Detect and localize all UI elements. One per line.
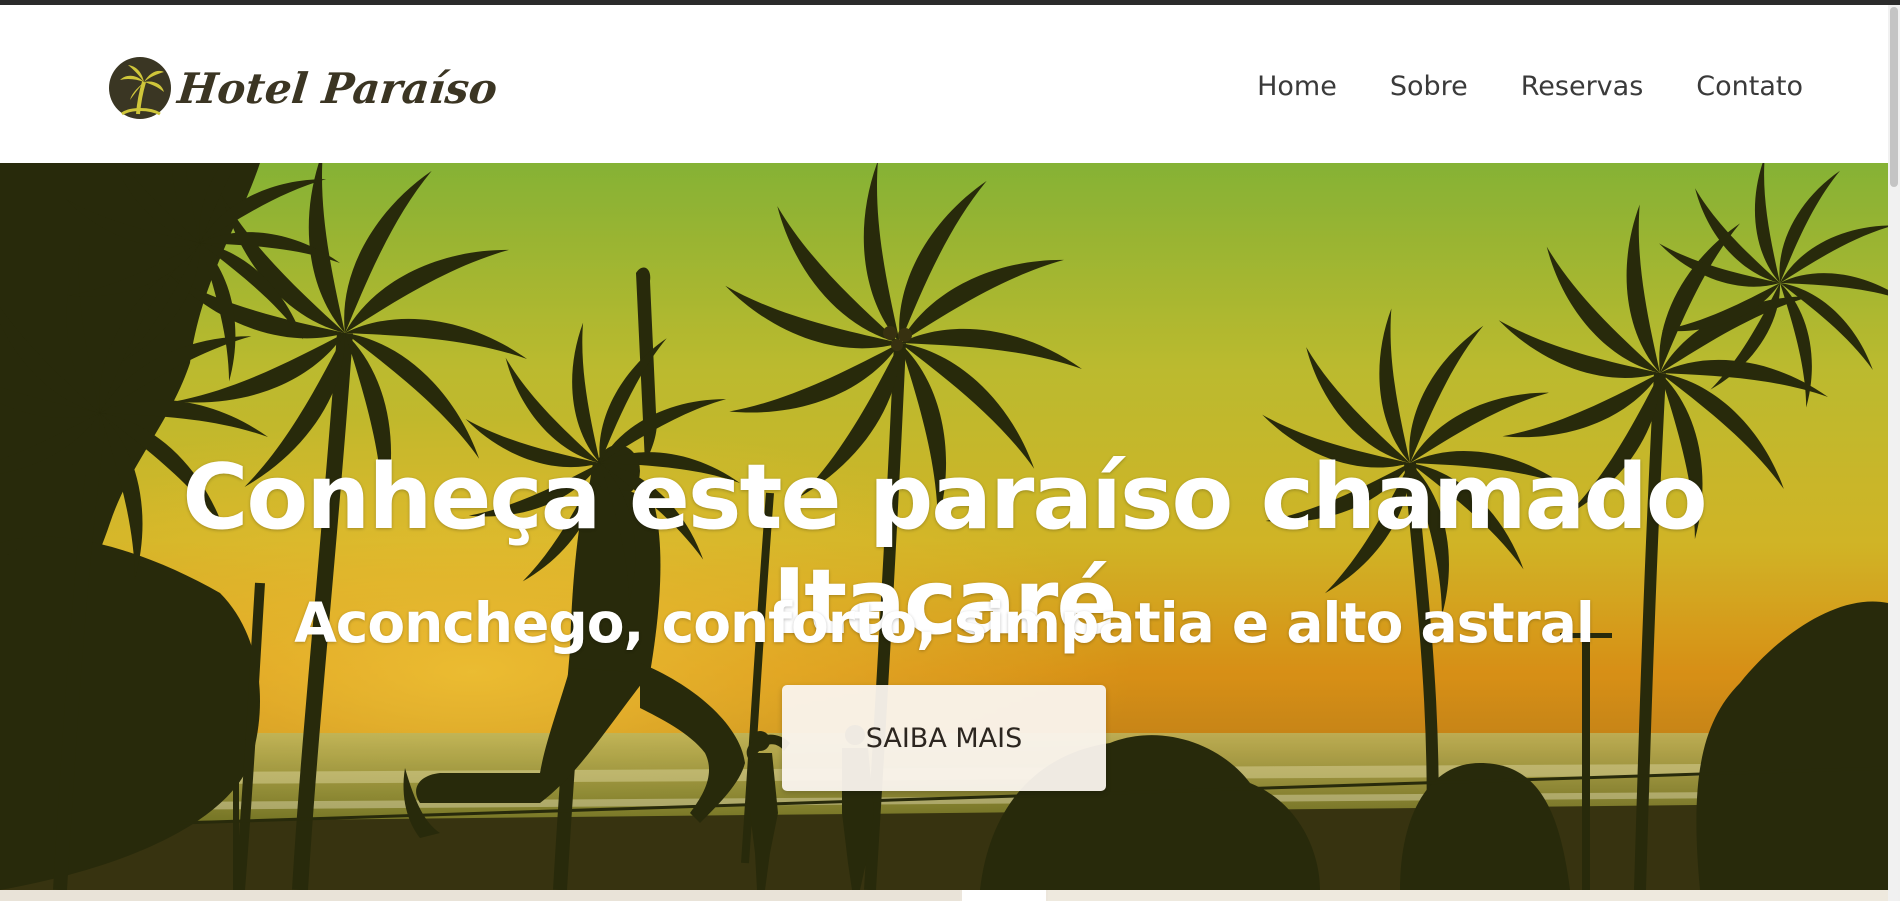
hero-subtitle: Aconchego, conforto, simpatia e alto ast… xyxy=(294,591,1595,655)
saiba-mais-button[interactable]: SAIBA MAIS xyxy=(782,685,1106,791)
nav-reservas[interactable]: Reservas xyxy=(1521,71,1644,102)
nav-sobre[interactable]: Sobre xyxy=(1390,71,1468,102)
nav-contato[interactable]: Contato xyxy=(1696,71,1803,102)
main-nav: Home Sobre Reservas Contato xyxy=(1204,71,1803,102)
scrollbar-thumb[interactable] xyxy=(1890,7,1898,187)
hero-section: Conheça este paraíso chamado Itacaré Aco… xyxy=(0,163,1888,890)
section-edge-right xyxy=(1048,890,1888,901)
brand-name: Hotel Paraíso xyxy=(175,63,500,113)
nav-home[interactable]: Home xyxy=(1257,71,1337,102)
palm-tree-logo-icon xyxy=(109,57,171,119)
brand-link[interactable]: Hotel Paraíso xyxy=(108,53,500,123)
next-section-edge xyxy=(0,890,1888,901)
page-scrollbar[interactable] xyxy=(1888,5,1900,901)
section-edge-left xyxy=(0,890,960,901)
navbar: Hotel Paraíso Home Sobre Reservas Contat… xyxy=(0,5,1888,163)
section-edge-gap xyxy=(962,890,1046,901)
